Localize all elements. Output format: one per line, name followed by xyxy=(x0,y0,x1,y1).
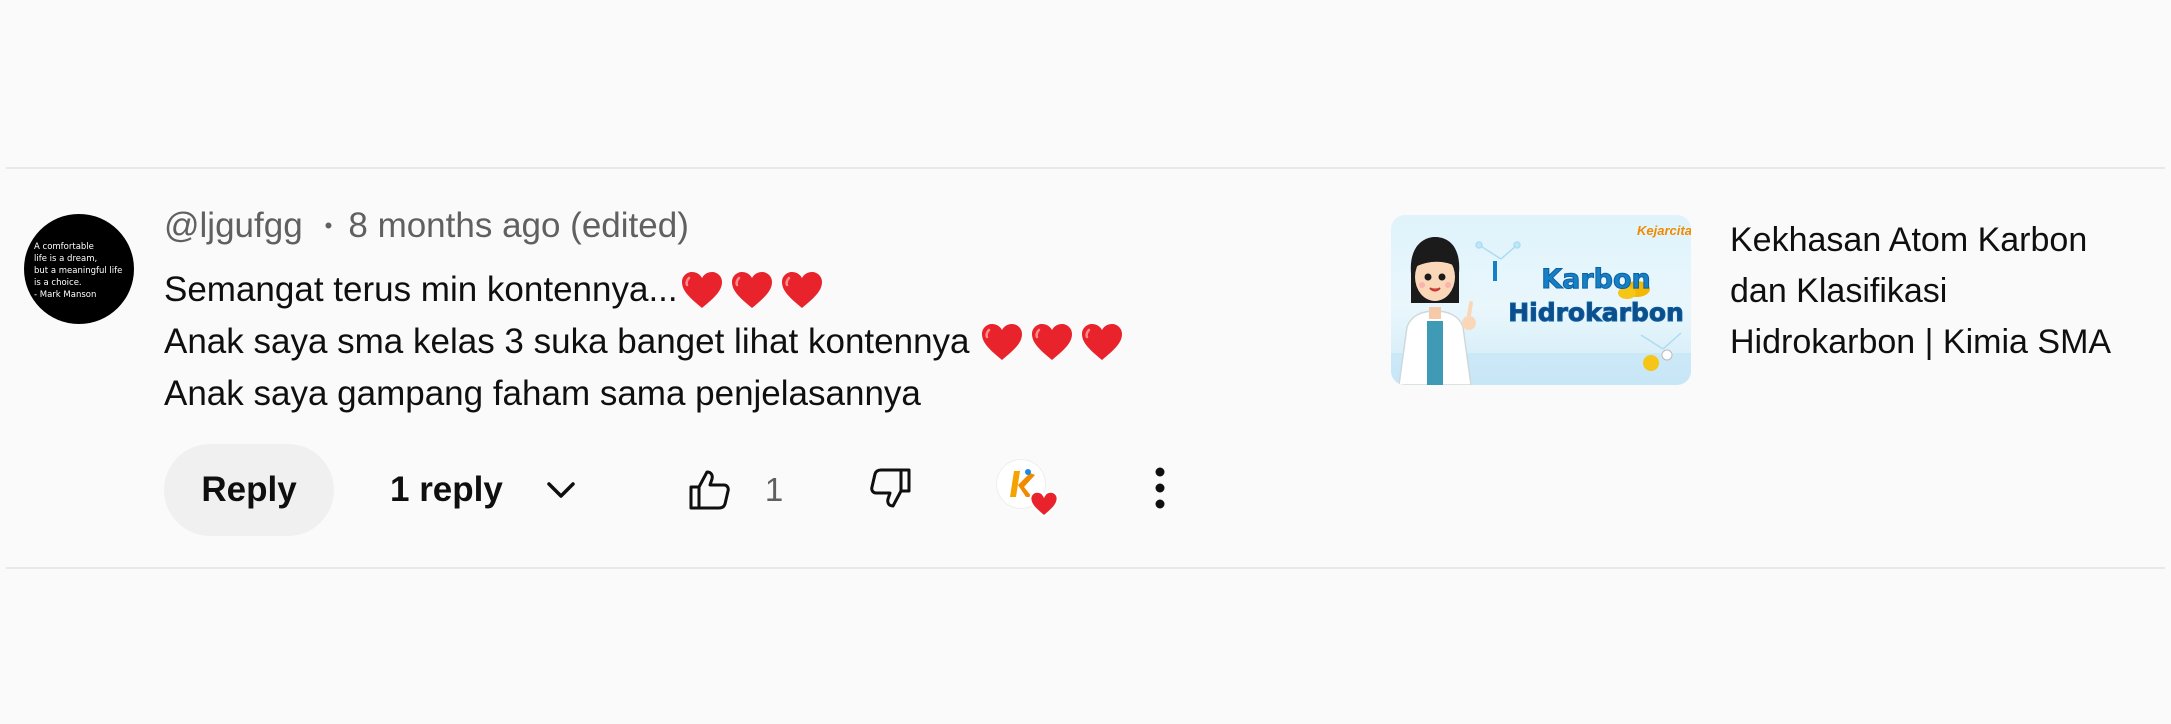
comment-line-text: Anak saya sma kelas 3 suka banget lihat … xyxy=(164,322,970,361)
chevron-down-icon xyxy=(547,482,575,498)
comment-author[interactable]: @ljgufgg xyxy=(164,206,303,246)
heart-icon xyxy=(1029,490,1059,518)
comment-page: A comfortable life is a dream, but a mea… xyxy=(0,0,2171,724)
heart-icon xyxy=(731,272,772,308)
replies-count-label: 1 reply xyxy=(390,470,503,509)
thumbs-up-icon xyxy=(689,470,730,510)
thumbnail-title-line2: Hidrokarbon xyxy=(1508,298,1685,328)
more-vertical-icon xyxy=(1155,467,1165,508)
video-title-line: Kekhasan Atom Karbon xyxy=(1730,221,2088,259)
heart-emoji-group xyxy=(980,322,1124,362)
comment-line-text: Semangat terus min kontennya... xyxy=(164,270,678,309)
thumbs-down-icon xyxy=(870,468,911,507)
heart-icon xyxy=(1031,324,1072,360)
video-title-line: Hidrokarbon | Kimia SMA xyxy=(1730,323,2112,361)
avatar-quote-text: A comfortable life is a dream, but a mea… xyxy=(34,242,123,300)
top-divider xyxy=(6,167,2165,169)
comment-line-text: Anak saya gampang faham sama penjelasann… xyxy=(164,374,921,413)
video-title[interactable]: Kekhasan Atom Karbon dan Klasifikasi Hid… xyxy=(1730,215,2150,368)
thumbnail-title-line1: Karbon xyxy=(1541,264,1652,296)
bottom-divider xyxy=(6,567,2165,569)
reply-button[interactable]: Reply xyxy=(164,444,334,536)
video-title-line: dan Klasifikasi xyxy=(1730,272,1948,310)
view-replies-button[interactable]: 1 reply xyxy=(390,470,581,510)
like-count: 1 xyxy=(764,471,784,508)
dislike-button[interactable] xyxy=(867,464,915,517)
heart-icon xyxy=(981,324,1022,360)
heart-icon xyxy=(681,272,722,308)
comment-line: Anak saya gampang faham sama penjelasann… xyxy=(164,368,1344,420)
heart-emoji-group xyxy=(680,270,824,310)
comment-timestamp[interactable]: 8 months ago (edited) xyxy=(348,206,688,246)
thumbnail-brand-text: Kejarcita xyxy=(1637,223,1691,238)
like-button[interactable]: 1 xyxy=(685,466,783,514)
comment-header: @ljgufgg • 8 months ago (edited) xyxy=(164,200,1344,252)
comment-body: @ljgufgg • 8 months ago (edited) Semanga… xyxy=(164,200,1344,420)
related-video-card[interactable]: Kejarcita Karbon Hidrokarbon Kekhasan At… xyxy=(1391,215,2151,385)
avatar[interactable]: A comfortable life is a dream, but a mea… xyxy=(24,214,134,324)
comment-line: Anak saya sma kelas 3 suka banget lihat … xyxy=(164,316,1344,368)
heart-icon xyxy=(781,272,822,308)
thumbnail-title: Karbon Hidrokarbon xyxy=(1501,263,1691,329)
comment-text: Semangat terus min kontennya... Anak say… xyxy=(164,264,1344,420)
video-thumbnail[interactable]: Kejarcita Karbon Hidrokarbon xyxy=(1391,215,1691,385)
comment-line: Semangat terus min kontennya... xyxy=(164,264,1344,316)
meta-separator: • xyxy=(324,213,333,238)
heart-icon xyxy=(1081,324,1122,360)
comment-actions: Reply 1 reply 1 xyxy=(164,444,1167,536)
creator-heart-icon xyxy=(997,460,1059,520)
more-actions-button[interactable] xyxy=(1153,466,1167,515)
